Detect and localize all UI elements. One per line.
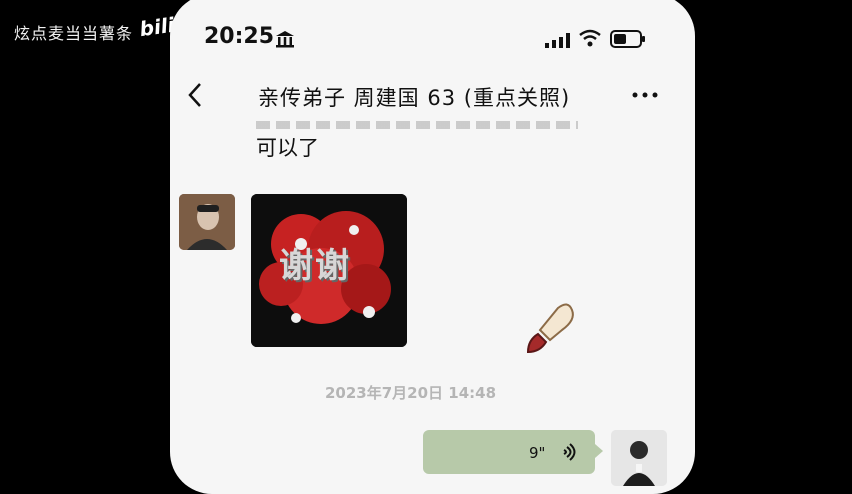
- chat-title: 亲传弟子 周建国 63 (重点关照): [258, 86, 571, 110]
- voice-duration: 9": [529, 444, 546, 462]
- voice-play-icon: [563, 443, 576, 461]
- image-message[interactable]: 谢谢: [251, 194, 407, 347]
- contact-avatar[interactable]: [179, 194, 235, 250]
- message-timestamp: 2023年7月20日 14:48: [325, 384, 497, 402]
- battery-icon: [610, 30, 645, 48]
- my-avatar-image: [611, 430, 667, 486]
- chat-area: 可以了 谢谢 2023年7月20日 14:48 9": [170, 121, 695, 494]
- status-bar: 20:25: [170, 0, 695, 54]
- phone-screen: 20:25 亲传弟子 周建国 63 (重点关照) 可以了 谢谢 2023年7月2…: [170, 0, 695, 494]
- signal-icon: [545, 33, 570, 48]
- voice-message[interactable]: 9": [423, 430, 603, 474]
- wifi-icon: [579, 29, 601, 47]
- bank-icon: [276, 31, 294, 48]
- watermark: 炫点麦当当薯条: [14, 24, 134, 43]
- image-message-caption: 谢谢: [279, 246, 351, 286]
- my-avatar[interactable]: [611, 430, 667, 486]
- previous-message-fragment: [256, 121, 578, 129]
- chevron-left-icon[interactable]: [184, 80, 206, 110]
- contact-avatar-image: [179, 194, 235, 250]
- more-icon[interactable]: [630, 90, 660, 100]
- paintbrush-sticker-icon: [526, 303, 574, 354]
- chat-header: 亲传弟子 周建国 63 (重点关照): [170, 74, 695, 122]
- previous-message-text: 可以了: [256, 136, 319, 160]
- status-time: 20:25: [204, 24, 275, 49]
